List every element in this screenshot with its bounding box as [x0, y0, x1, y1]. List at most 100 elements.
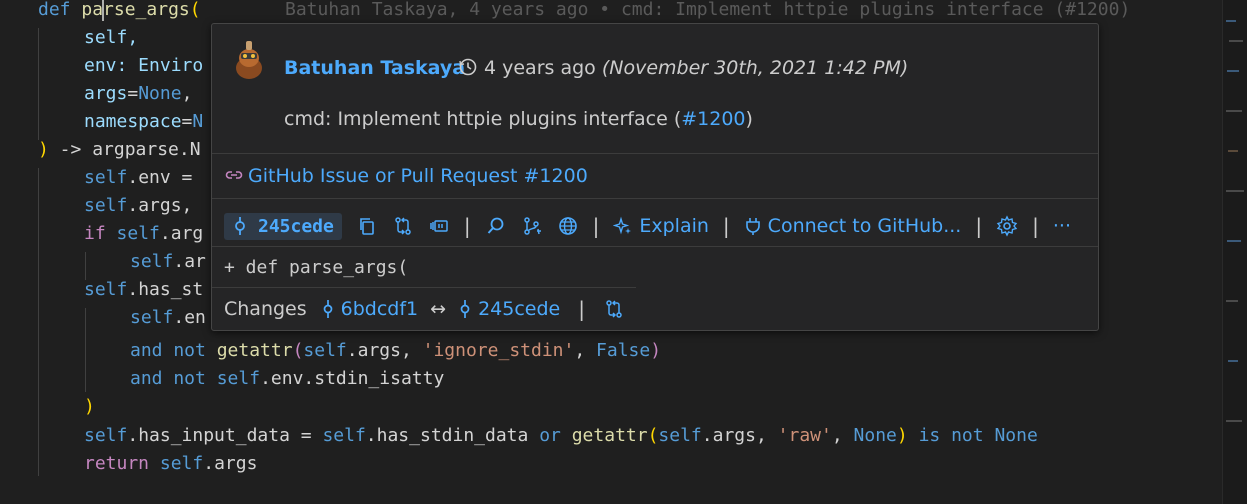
message-text: ): [745, 108, 753, 130]
copy-icon[interactable]: [356, 215, 378, 237]
issue-link[interactable]: #1200: [681, 108, 745, 130]
punct: ,: [831, 425, 854, 446]
search-icon[interactable]: [485, 215, 507, 237]
function-call: getattr: [216, 340, 293, 361]
paren: ): [38, 139, 49, 160]
param: namespace: [84, 111, 182, 132]
param: env: Enviro: [84, 55, 204, 76]
self: self: [159, 453, 204, 474]
relative-time: 4 years ago: [484, 57, 596, 79]
toolbar-separator: |: [722, 214, 730, 238]
code-line-12[interactable]: self.en: [130, 304, 206, 332]
code-line-6[interactable]: ) -> argparse.N: [38, 136, 201, 164]
code-line-17[interactable]: return self.args: [84, 450, 257, 478]
open-in-view-icon[interactable]: [428, 215, 450, 237]
code-line-5[interactable]: namespace=N: [84, 108, 203, 136]
current-sha: 245cede: [478, 298, 561, 320]
constant: N: [192, 111, 204, 132]
toolbar-separator: |: [975, 214, 983, 238]
commit-icon: [460, 300, 470, 318]
paren: (: [292, 340, 304, 361]
punct: ,: [181, 83, 193, 104]
graph-icon[interactable]: [521, 215, 543, 237]
indent-guide: [38, 28, 39, 140]
param: self,: [84, 27, 139, 48]
commit-icon: [235, 217, 245, 235]
code-line-15[interactable]: ): [84, 393, 95, 421]
code-text: .ar: [173, 251, 206, 272]
settings-gear-icon[interactable]: [996, 215, 1018, 237]
explain-button[interactable]: Explain: [613, 215, 709, 237]
keyword: or: [539, 425, 561, 446]
keyword: if: [84, 223, 106, 244]
compare-changes-icon[interactable]: [603, 298, 625, 320]
commit-sha-button[interactable]: 245cede: [224, 212, 342, 240]
minimap-line: [1227, 70, 1239, 72]
globe-icon[interactable]: [557, 215, 579, 237]
self: self: [216, 368, 261, 389]
code-line-4[interactable]: args=None,: [84, 80, 192, 108]
message-text: cmd: Implement httpie plugins interface …: [284, 108, 682, 130]
self: self: [84, 167, 128, 188]
paren: (: [189, 0, 201, 20]
code-line-14[interactable]: and not self.env.stdin_isatty: [130, 365, 444, 393]
minimap-line: [1226, 20, 1236, 22]
code-text: .args,: [346, 340, 423, 361]
paren: ): [650, 340, 662, 361]
code-text: .env.stdin_isatty: [260, 368, 445, 389]
punct: ,: [574, 340, 597, 361]
code-line-2[interactable]: self,: [84, 24, 138, 52]
git-blame-hover-card[interactable]: Batuhan Taskaya 4 years ago (November 30…: [211, 23, 1099, 331]
explain-label: Explain: [639, 215, 709, 237]
changes-label: Changes: [224, 298, 307, 320]
more-actions-button[interactable]: ···: [1053, 215, 1071, 237]
self: self: [130, 251, 174, 272]
code-line-16[interactable]: self.has_input_data = self.has_stdin_dat…: [84, 422, 1038, 450]
constant: None: [138, 83, 182, 104]
keyword: and not: [130, 340, 206, 361]
inline-blame[interactable]: Batuhan Taskaya, 4 years ago • cmd: Impl…: [285, 0, 1130, 24]
code-line-7[interactable]: self.env =: [84, 164, 203, 192]
self: self: [658, 425, 702, 446]
code-text: .has_input_data =: [127, 425, 323, 446]
self: self: [84, 279, 128, 300]
compare-changes-icon[interactable]: [392, 215, 414, 237]
code-line-9[interactable]: if self.arg: [84, 220, 203, 248]
previous-commit-link[interactable]: 6bdcdf1: [321, 298, 418, 320]
toolbar-separator: |: [1032, 214, 1039, 238]
paren: ): [84, 396, 95, 417]
divider: [212, 198, 1098, 199]
commit-time: 4 years ago (November 30th, 2021 1:42 PM…: [458, 57, 908, 79]
minimap-line: [1226, 190, 1244, 192]
divider: [212, 153, 1098, 154]
code-line-3[interactable]: env: Enviro: [84, 52, 203, 80]
operator: =: [181, 111, 193, 132]
code-line-1[interactable]: def parse_args(Batuhan Taskaya, 4 years …: [38, 0, 1130, 24]
divider: [212, 246, 1098, 247]
code-text: .arg: [159, 223, 204, 244]
minimap[interactable]: [1222, 0, 1247, 504]
toolbar-separator: |: [592, 214, 600, 238]
code-line-10[interactable]: self.ar: [130, 248, 206, 276]
minimap-line: [1226, 110, 1242, 112]
function-call: getattr: [571, 425, 648, 446]
operator: =: [127, 83, 139, 104]
self: self: [130, 307, 174, 328]
current-commit-link[interactable]: 245cede: [458, 298, 560, 320]
github-pr-link[interactable]: GitHub Issue or Pull Request #1200: [224, 165, 588, 187]
commit-author[interactable]: Batuhan Taskaya: [284, 57, 465, 79]
code-text: .env =: [127, 167, 204, 188]
code-line-11[interactable]: self.has_st: [84, 276, 203, 304]
self: self: [84, 195, 128, 216]
code-line-13[interactable]: and not getattr(self.args, 'ignore_stdin…: [130, 337, 661, 365]
absolute-date: (November 30th, 2021 1:42 PM): [601, 57, 909, 79]
changes-row: Changes 6bdcdf1 ↔ 245cede |: [224, 297, 625, 321]
connect-github-button[interactable]: Connect to GitHub...: [744, 215, 961, 237]
constant: False: [596, 340, 651, 361]
code-line-8[interactable]: self.args,: [84, 192, 192, 220]
history-icon: [459, 58, 477, 76]
paren: (: [647, 425, 659, 446]
self: self: [84, 425, 128, 446]
param: args: [84, 83, 128, 104]
constant: None: [853, 425, 897, 446]
